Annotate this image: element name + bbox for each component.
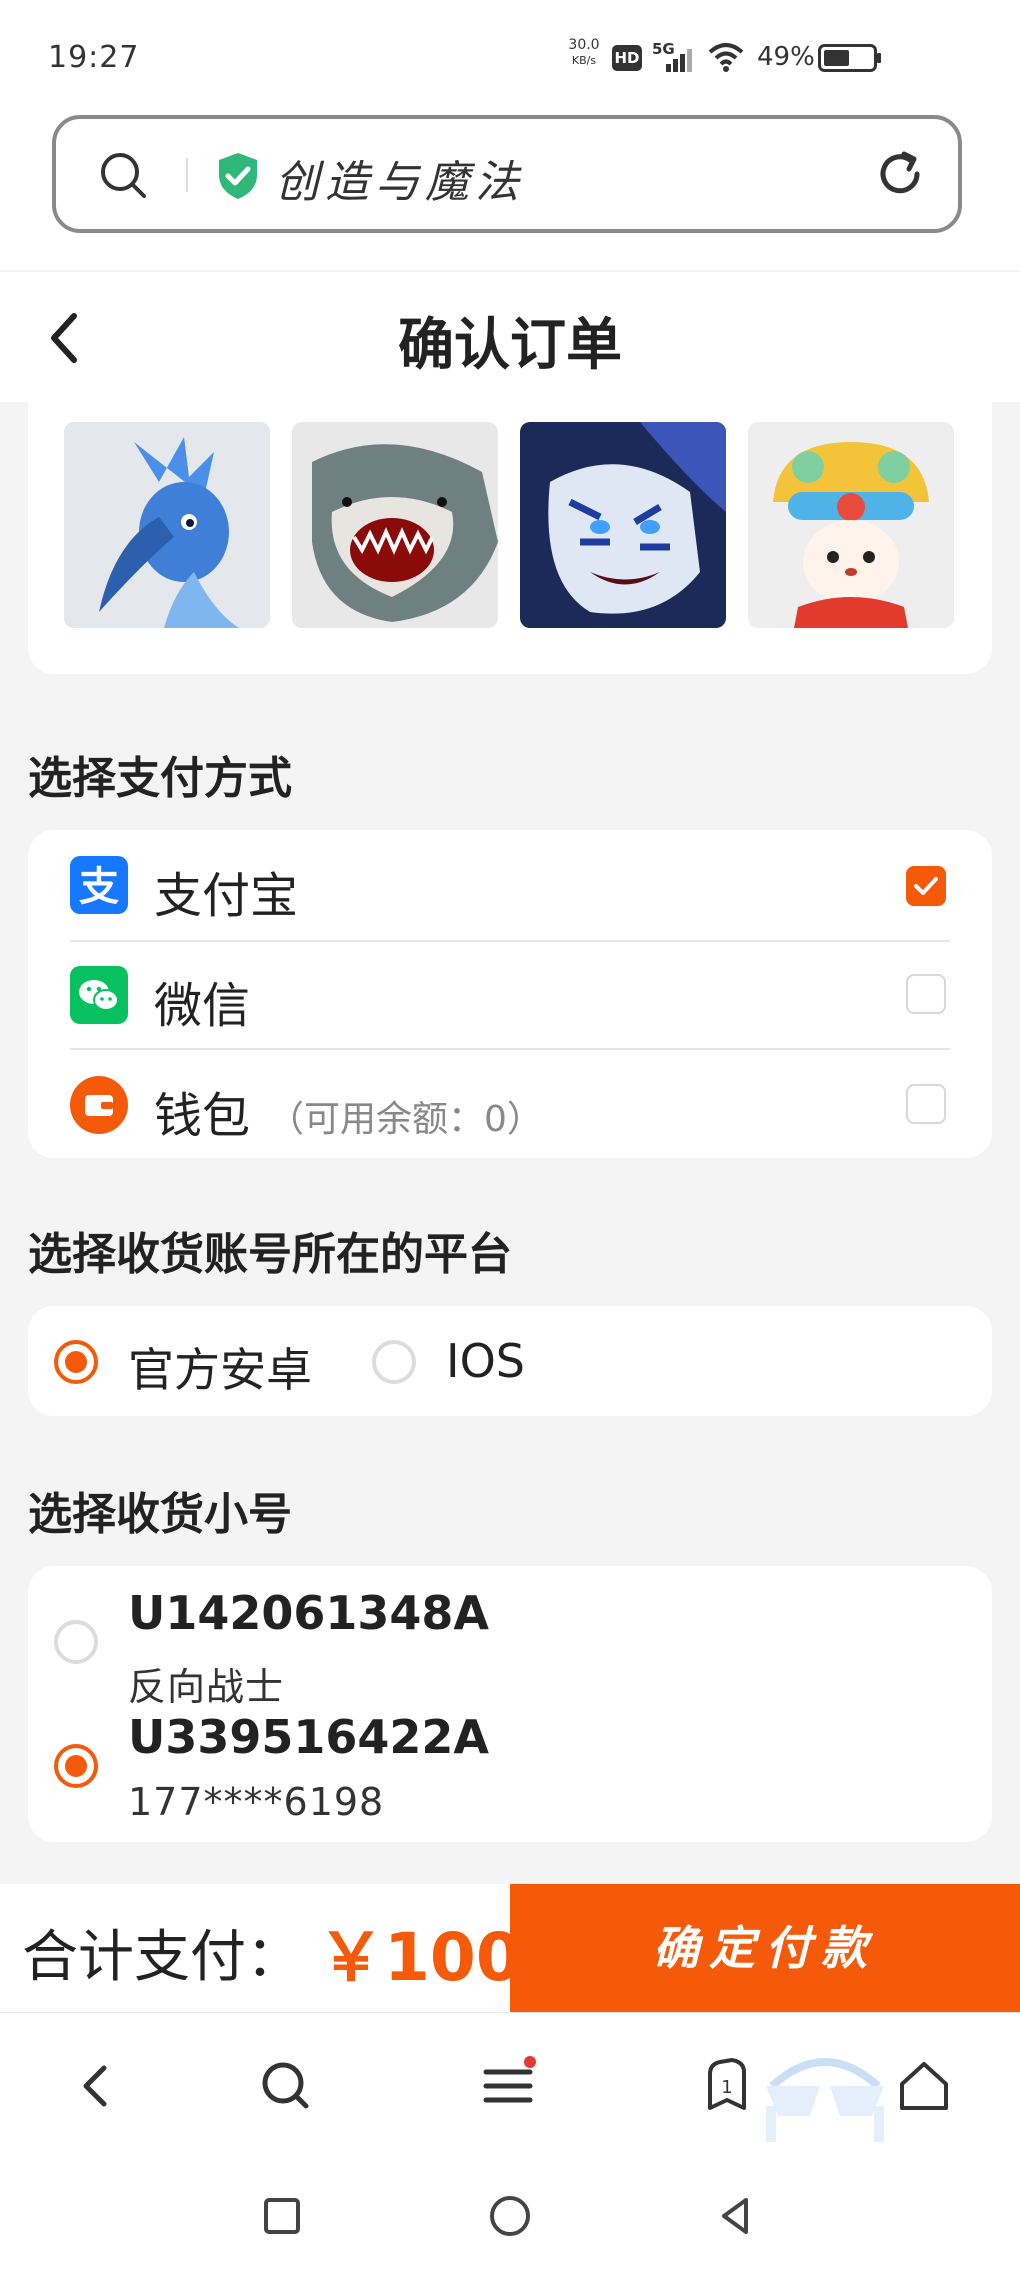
security-shield-icon xyxy=(215,151,261,201)
divider xyxy=(70,1048,950,1050)
payment-label-wechat[interactable]: 微信 xyxy=(154,966,250,1036)
item-thumbnail[interactable] xyxy=(748,422,954,628)
wechat-icon xyxy=(70,966,128,1024)
recent-apps-icon[interactable] xyxy=(258,2192,306,2240)
menu-icon[interactable] xyxy=(478,2056,538,2116)
confirm-payment-button[interactable]: 确定付款 xyxy=(510,1884,1020,2012)
platform-label-ios[interactable]: IOS xyxy=(446,1334,525,1388)
blue-bird-character-icon xyxy=(64,422,270,628)
wallet-checkbox[interactable] xyxy=(906,1084,946,1124)
browser-search-icon[interactable] xyxy=(256,2056,316,2116)
system-back-icon[interactable] xyxy=(712,2192,760,2240)
status-time: 19:27 xyxy=(48,40,140,75)
page-title: 确认订单 xyxy=(398,313,622,378)
alipay-icon: 支 xyxy=(70,856,128,914)
platform-section-title: 选择收货账号所在的平台 xyxy=(28,1229,512,1280)
ios-radio[interactable] xyxy=(372,1340,416,1384)
address-divider xyxy=(186,158,188,192)
white-tiger-mount-icon xyxy=(520,422,726,628)
payment-label-alipay[interactable]: 支付宝 xyxy=(154,856,298,926)
battery-icon xyxy=(818,44,882,72)
item-thumbnail[interactable] xyxy=(64,422,270,628)
tabs-icon[interactable]: 1 xyxy=(702,2056,762,2116)
item-thumbnail[interactable] xyxy=(292,422,498,628)
payment-label-wallet[interactable]: 钱包 xyxy=(154,1076,250,1146)
network-speed: 30.0 KB/s xyxy=(562,38,606,68)
account-nickname: 反向战士 xyxy=(128,1665,285,1709)
wallet-icon xyxy=(70,1076,128,1134)
accounts-section-title: 选择收货小号 xyxy=(28,1489,292,1540)
tab-count: 1 xyxy=(721,2077,732,2098)
network-speed-value: 30.0 xyxy=(568,37,600,53)
check-icon xyxy=(914,877,938,895)
site-title[interactable]: 创造与魔法 xyxy=(275,146,525,210)
wifi-icon xyxy=(708,42,744,72)
home-icon[interactable] xyxy=(894,2056,954,2116)
platform-label-android[interactable]: 官方安卓 xyxy=(128,1334,312,1400)
browser-back-icon[interactable] xyxy=(66,2056,126,2116)
wechat-checkbox[interactable] xyxy=(906,974,946,1014)
divider xyxy=(70,940,950,942)
account-radio[interactable] xyxy=(54,1620,98,1664)
signal-icon: 5G xyxy=(652,40,696,74)
account-radio[interactable] xyxy=(54,1744,98,1788)
alipay-checkbox[interactable] xyxy=(906,866,946,906)
account-id[interactable]: U142061348A xyxy=(128,1586,489,1640)
payment-section-title: 选择支付方式 xyxy=(28,753,292,804)
shark-mount-icon xyxy=(292,422,498,628)
refresh-icon[interactable] xyxy=(874,148,926,200)
search-icon[interactable] xyxy=(98,150,148,200)
network-type: 5G xyxy=(652,40,675,58)
android-radio[interactable] xyxy=(54,1340,98,1384)
account-id[interactable]: U339516422A xyxy=(128,1710,489,1764)
total-label: 合计支付： xyxy=(22,1925,302,1990)
total-amount: ￥100 xyxy=(318,1919,522,1996)
lion-dance-doll-icon xyxy=(748,422,954,628)
wallet-balance-note: （可用余额：0） xyxy=(268,1099,543,1140)
floating-mascot-icon[interactable] xyxy=(760,2046,890,2146)
battery-percent: 49% xyxy=(757,42,815,72)
item-thumbnail[interactable] xyxy=(520,422,726,628)
home-circle-icon[interactable] xyxy=(486,2192,534,2240)
svg-text:支: 支 xyxy=(79,864,119,910)
network-speed-unit: KB/s xyxy=(571,54,597,67)
account-phone: 177****6198 xyxy=(128,1780,385,1824)
hd-badge: HD xyxy=(612,45,642,71)
